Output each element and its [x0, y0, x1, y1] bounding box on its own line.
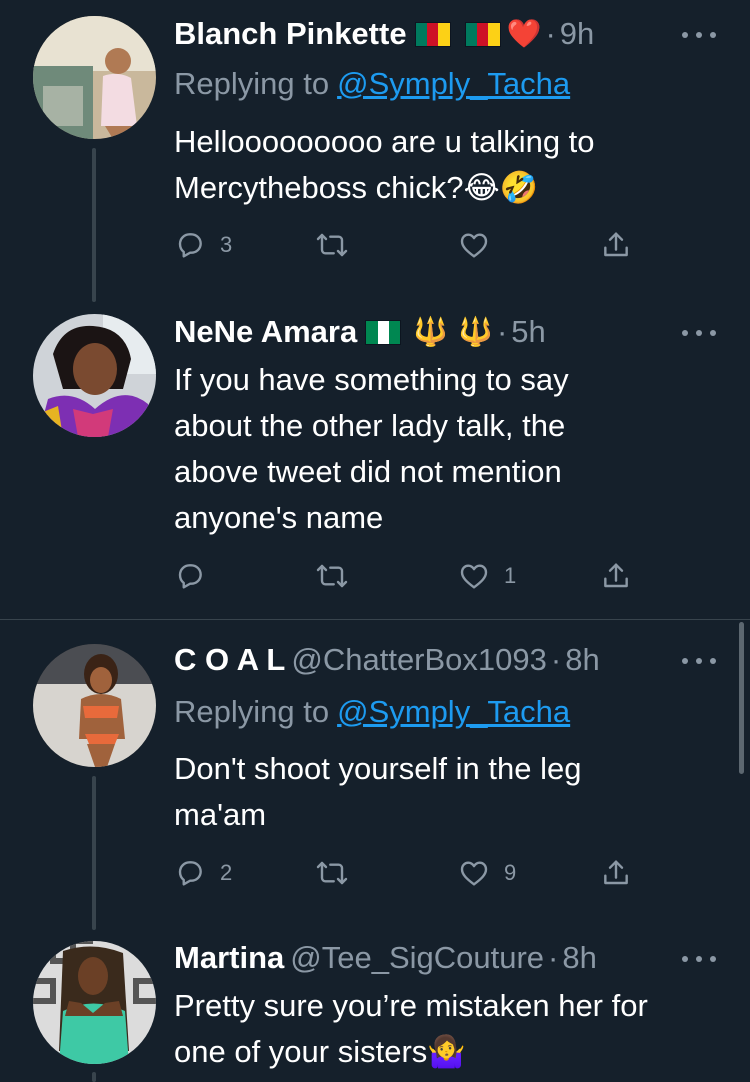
like-button[interactable]: 1	[458, 556, 516, 596]
timestamp[interactable]: 5h	[511, 312, 545, 352]
tweet-header: C O A L @ChatterBox1093 · 8h	[174, 640, 670, 680]
retweet-icon	[316, 560, 348, 592]
more-icon-dot	[696, 330, 702, 336]
like-button[interactable]: 9	[458, 853, 516, 893]
avatar[interactable]	[33, 16, 156, 139]
separator-dot: ·	[496, 314, 508, 349]
share-icon	[600, 857, 632, 889]
more-icon-dot	[696, 658, 702, 664]
more-icon-dot	[710, 330, 716, 336]
tweet-actions: 1	[174, 556, 644, 596]
more-options-button[interactable]	[682, 318, 716, 348]
retweet-button[interactable]	[316, 225, 348, 265]
tweet-header: NeNe Amara 🔱 🔱 · 5h	[174, 312, 670, 352]
tweet-actions: 2 9	[174, 853, 644, 893]
heart-emoji-icon: ❤️	[506, 18, 542, 49]
avatar[interactable]	[33, 314, 156, 437]
display-name[interactable]: NeNe Amara	[174, 312, 357, 352]
more-options-button[interactable]	[682, 20, 716, 50]
share-icon	[600, 229, 632, 261]
timestamp[interactable]: 9h	[560, 14, 594, 54]
avatar[interactable]	[33, 941, 156, 1064]
cameroon-flag-icon	[414, 21, 451, 47]
replying-to: Replying to @Symply_Tacha	[174, 692, 570, 732]
separator-dot: ·	[548, 940, 559, 975]
heart-icon	[458, 560, 490, 592]
reply-count: 2	[220, 860, 233, 885]
more-icon	[682, 658, 688, 664]
more-icon-dot	[696, 32, 702, 38]
retweet-icon	[316, 229, 348, 261]
tweet-text: Hellooooooooo are u talking to Mercytheb…	[174, 119, 694, 211]
share-icon	[600, 560, 632, 592]
tweet-actions: 3	[174, 225, 644, 265]
display-name[interactable]: C O A L	[174, 640, 285, 680]
avatar[interactable]	[33, 644, 156, 767]
cameroon-flag-icon	[464, 21, 501, 47]
heart-icon	[458, 229, 490, 261]
retweet-icon	[316, 857, 348, 889]
reply-count: 3	[220, 232, 233, 257]
thread-line	[92, 148, 96, 302]
more-icon	[682, 32, 688, 38]
share-button[interactable]	[600, 853, 632, 893]
timestamp[interactable]: 8h	[562, 938, 596, 978]
separator-dot: ·	[550, 642, 562, 677]
share-button[interactable]	[600, 225, 632, 265]
user-handle[interactable]: @ChatterBox1093	[291, 640, 547, 680]
more-icon-dot	[696, 956, 702, 962]
replying-label: Replying to	[174, 66, 330, 101]
more-icon-dot	[710, 658, 716, 664]
more-options-button[interactable]	[682, 944, 716, 974]
replying-to-link[interactable]: @Symply_Tacha	[337, 66, 570, 101]
more-icon-dot	[710, 32, 716, 38]
tweet-text: If you have something to say about the o…	[174, 362, 569, 535]
like-button[interactable]	[458, 225, 490, 265]
more-icon-dot	[710, 956, 716, 962]
timestamp[interactable]: 8h	[565, 640, 599, 680]
tweet-text: Don't shoot yourself in the leg ma'am	[174, 751, 582, 832]
more-icon	[682, 956, 688, 962]
trident-emoji-icon: 🔱	[458, 316, 493, 347]
reply-button[interactable]: 3	[174, 225, 232, 265]
tweet-header: Blanch Pinkette ❤️ · 9h	[174, 14, 670, 54]
reply-button[interactable]: 2	[174, 853, 232, 893]
reply-icon	[174, 229, 206, 261]
retweet-button[interactable]	[316, 556, 348, 596]
scrollbar[interactable]	[739, 622, 744, 774]
nigeria-flag-icon	[365, 319, 402, 345]
tweet-text-line: Hellooooooooo are u talking to	[174, 124, 595, 159]
replying-to-link[interactable]: @Symply_Tacha	[337, 694, 570, 729]
display-name[interactable]: Blanch Pinkette	[174, 14, 407, 54]
like-count: 9	[504, 860, 517, 885]
tweet-header: Martina @Tee_SigCouture · 8h	[174, 938, 670, 978]
separator-dot: ·	[545, 16, 556, 51]
thread-line	[92, 776, 96, 930]
more-icon	[682, 330, 688, 336]
like-count: 1	[504, 563, 517, 588]
replying-label: Replying to	[174, 694, 330, 729]
display-name[interactable]: Martina	[174, 938, 284, 978]
user-handle[interactable]: @Tee_SigCouture	[290, 938, 544, 978]
tweet-text: Pretty sure you’re mistaken her for one …	[174, 988, 648, 1069]
replying-to: Replying to @Symply_Tacha	[174, 64, 570, 104]
thread-line	[92, 1072, 96, 1082]
reply-icon	[174, 560, 206, 592]
more-options-button[interactable]	[682, 646, 716, 676]
reply-icon	[174, 857, 206, 889]
heart-icon	[458, 857, 490, 889]
trident-emoji-icon: 🔱	[413, 316, 449, 347]
tweet-text-line: Mercytheboss chick?😂🤣	[174, 170, 539, 205]
share-button[interactable]	[600, 556, 632, 596]
reply-button[interactable]	[174, 556, 206, 596]
retweet-button[interactable]	[316, 853, 348, 893]
tweet-divider	[0, 619, 750, 620]
